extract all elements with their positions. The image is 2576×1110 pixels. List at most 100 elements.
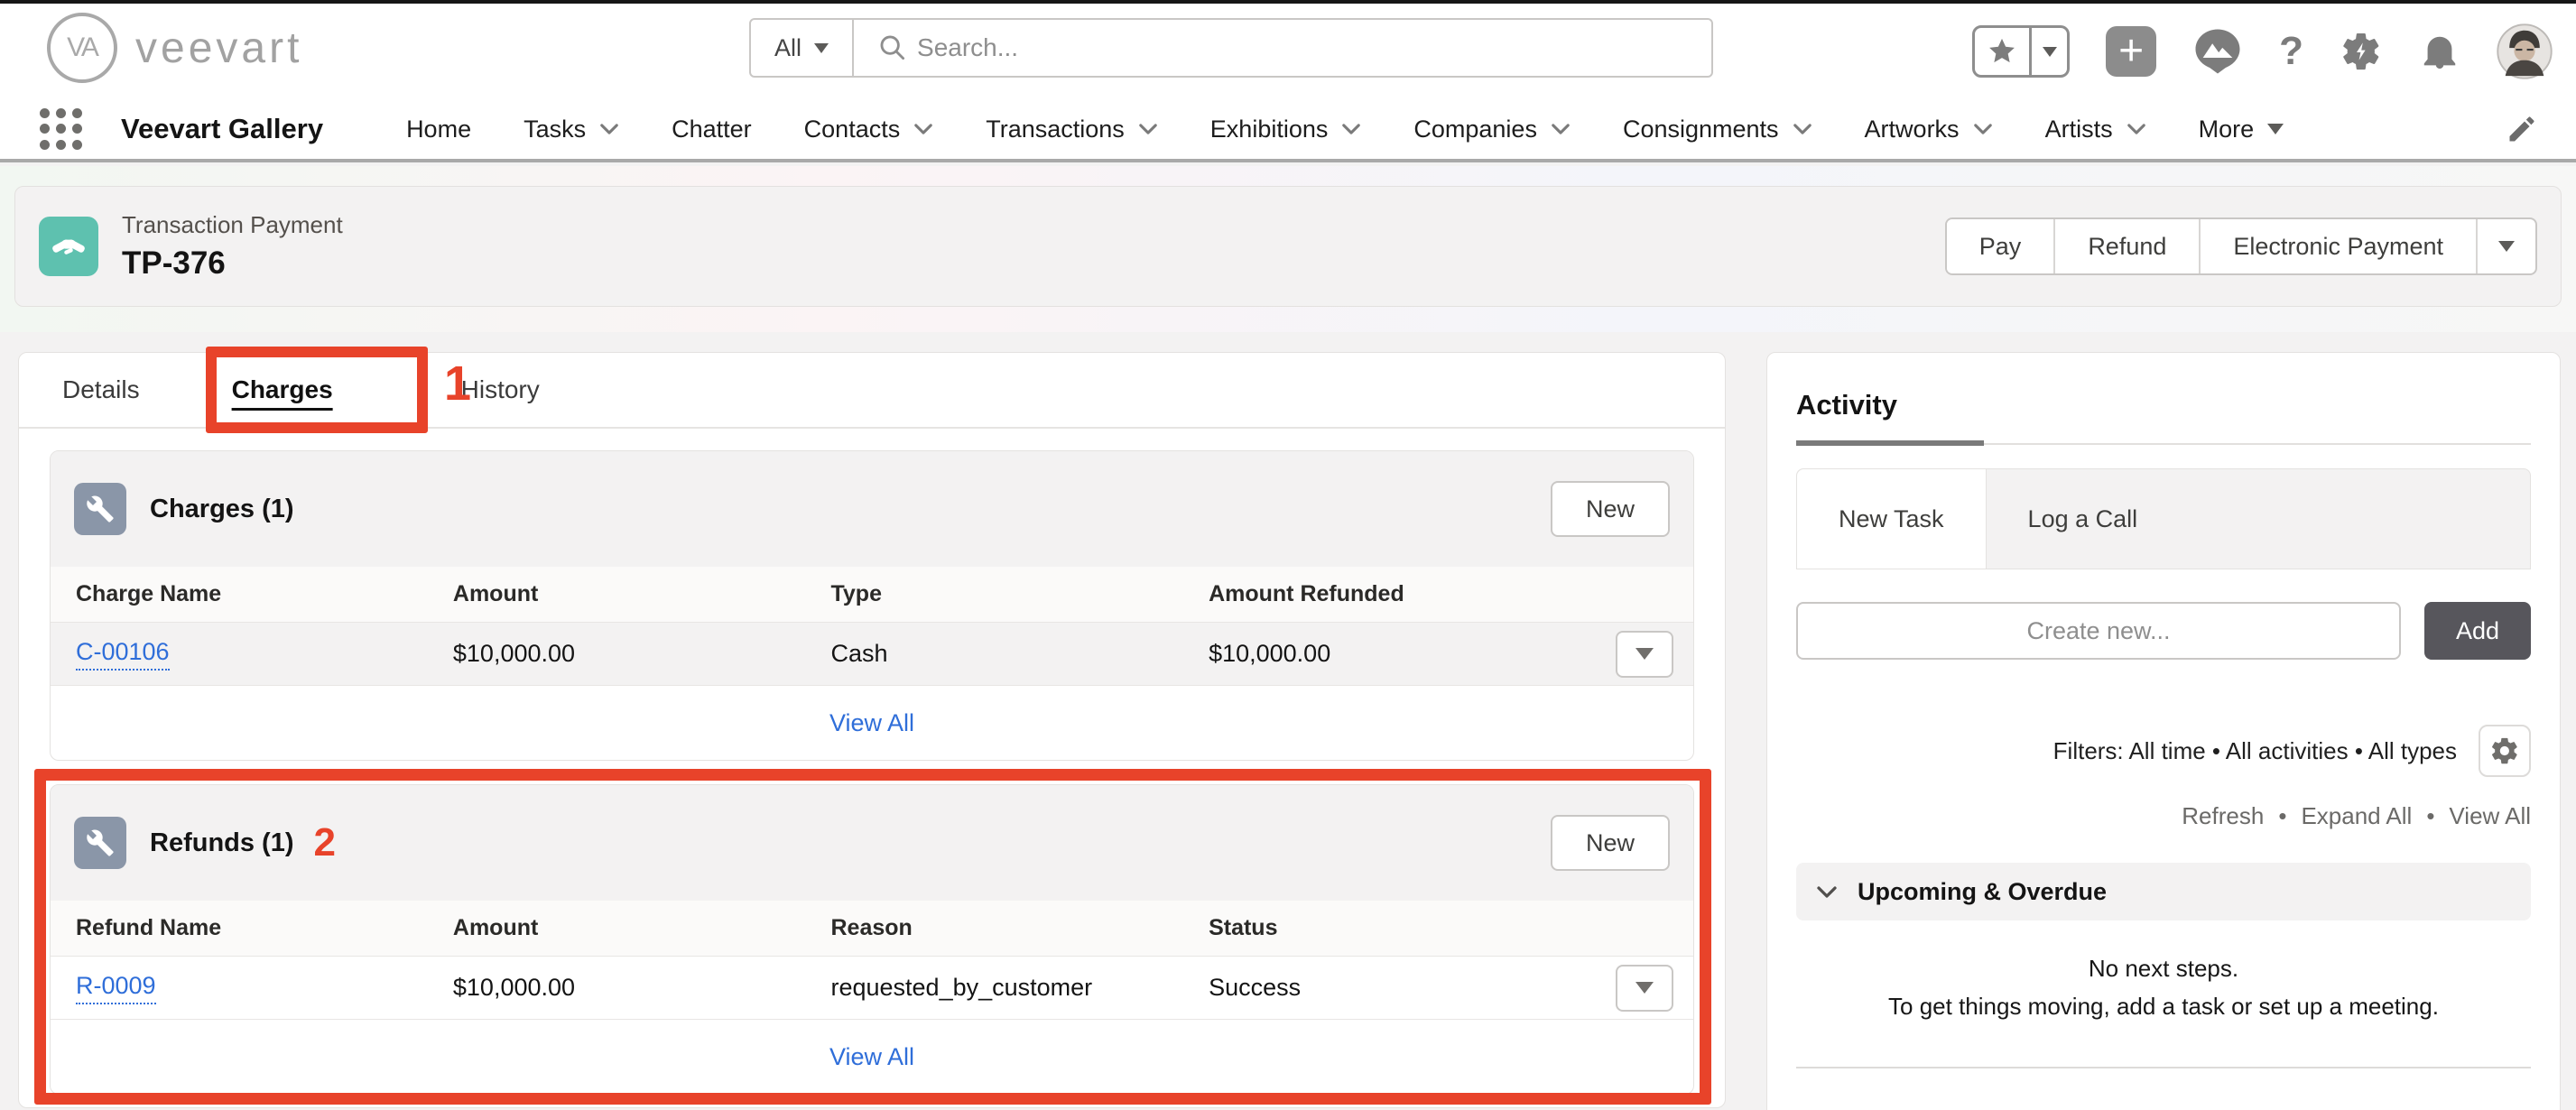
global-add-icon[interactable]: +: [2106, 26, 2156, 77]
charge-row-actions-button[interactable]: [1616, 631, 1673, 678]
caret-down-icon: [1635, 982, 1654, 994]
charge-type: Cash: [830, 640, 1209, 668]
nav-item-tasks[interactable]: Tasks: [524, 116, 619, 143]
global-header: VA veevart All +: [0, 4, 2576, 99]
activity-divider: [1796, 1067, 2531, 1068]
pay-button[interactable]: Pay: [1947, 219, 2054, 273]
activity-filters-row: Filters: All time • All activities • All…: [1796, 725, 2531, 777]
refund-reason: requested_by_customer: [830, 974, 1209, 1002]
search-scope-dropdown[interactable]: All: [751, 20, 852, 76]
chevron-down-icon: [2127, 123, 2146, 135]
charge-amount: $10,000.00: [453, 640, 831, 668]
refunds-table-row: R-0009 $10,000.00 requested_by_customer …: [51, 957, 1693, 1020]
record-name: TP-376: [122, 245, 343, 282]
help-icon[interactable]: ?: [2279, 29, 2303, 74]
favorites-caret-icon[interactable]: [2029, 28, 2067, 75]
refunds-view-all-row: View All: [51, 1020, 1693, 1094]
separator-dot: •: [2278, 802, 2286, 830]
search-icon: [877, 32, 908, 63]
record-action-group: Pay Refund Electronic Payment: [1945, 217, 2537, 275]
veevart-monogram-icon: VA: [47, 13, 117, 83]
search-divider: [852, 20, 854, 76]
refunds-new-button[interactable]: New: [1551, 815, 1670, 871]
nav-item-chatter[interactable]: Chatter: [672, 116, 752, 143]
activity-links-row: Refresh • Expand All • View All: [1796, 802, 2531, 830]
app-name: Veevart Gallery: [121, 113, 323, 145]
refund-record-link[interactable]: R-0009: [76, 972, 156, 1004]
user-avatar[interactable]: [2497, 23, 2553, 79]
veevart-logo-text: veevart: [135, 23, 302, 73]
charge-record-link[interactable]: C-00106: [76, 638, 170, 671]
add-task-button[interactable]: Add: [2424, 602, 2531, 660]
notifications-bell-icon[interactable]: [2419, 31, 2460, 72]
chevron-down-icon: [1551, 123, 1571, 135]
tab-log-a-call[interactable]: Log a Call: [1987, 469, 2180, 569]
tab-history[interactable]: History: [461, 375, 540, 404]
nav-item-consignments[interactable]: Consignments: [1623, 116, 1812, 143]
app-nav-bar: Veevart Gallery Home Tasks Chatter Conta…: [0, 99, 2576, 162]
record-detail-card: Details Charges History Charges (1) New …: [18, 352, 1726, 1108]
create-new-input[interactable]: [1796, 602, 2401, 660]
charges-related-list: Charges (1) New Charge Name Amount Type …: [50, 450, 1694, 761]
nav-item-more[interactable]: More: [2199, 116, 2284, 143]
favorites-button-group[interactable]: [1972, 25, 2070, 78]
refunds-view-all-link[interactable]: View All: [829, 1043, 914, 1071]
tab-new-task[interactable]: New Task: [1797, 469, 1987, 569]
charges-new-button[interactable]: New: [1551, 481, 1670, 537]
column-header: Amount: [453, 581, 831, 607]
object-label: Transaction Payment: [122, 211, 343, 239]
chevron-down-icon: [599, 123, 619, 135]
refunds-column-headers: Refund Name Amount Reason Status: [51, 901, 1693, 957]
nav-item-exhibitions[interactable]: Exhibitions: [1210, 116, 1362, 143]
activity-filter-gear-button[interactable]: [2479, 725, 2531, 777]
chevron-down-icon: [1793, 123, 1812, 135]
more-actions-caret-button[interactable]: [2476, 219, 2535, 273]
chevron-down-icon: [1973, 123, 1993, 135]
tab-details[interactable]: Details: [62, 375, 140, 404]
tab-charges[interactable]: Charges: [232, 375, 333, 404]
record-tabs: Details Charges History: [19, 353, 1725, 429]
edit-nav-pencil-icon[interactable]: [2506, 113, 2538, 145]
activity-tab-underline: [1796, 443, 2531, 445]
nav-item-artists[interactable]: Artists: [2045, 116, 2146, 143]
column-header: Reason: [830, 915, 1209, 941]
search-scope-value: All: [774, 34, 802, 62]
expand-all-link[interactable]: Expand All: [2301, 802, 2412, 830]
nav-item-contacts[interactable]: Contacts: [804, 116, 934, 143]
main-content: Details Charges History Charges (1) New …: [0, 332, 2576, 1110]
app-launcher-icon[interactable]: [38, 107, 83, 151]
refund-row-actions-button[interactable]: [1616, 965, 1673, 1012]
charges-table-row: C-00106 $10,000.00 Cash $10,000.00: [51, 623, 1693, 686]
screen: VA veevart All +: [0, 0, 2576, 1110]
nav-item-companies[interactable]: Companies: [1413, 116, 1571, 143]
electronic-payment-button[interactable]: Electronic Payment: [2199, 219, 2476, 273]
activity-panel: Activity New Task Log a Call Add Filters…: [1766, 352, 2561, 1110]
search-input[interactable]: [917, 33, 1711, 62]
nav-item-home[interactable]: Home: [406, 116, 471, 143]
upcoming-overdue-section[interactable]: Upcoming & Overdue: [1796, 863, 2531, 920]
star-icon[interactable]: [1975, 28, 2029, 75]
setup-gear-icon[interactable]: [2340, 30, 2383, 73]
charge-amount-refunded: $10,000.00: [1209, 640, 1595, 668]
activity-title: Activity: [1796, 389, 2531, 421]
trailhead-icon[interactable]: [2192, 26, 2243, 77]
refund-button[interactable]: Refund: [2053, 219, 2199, 273]
refunds-header: Refunds (1) 2 New: [51, 785, 1693, 901]
charges-title: Charges (1): [150, 495, 294, 524]
chevron-down-icon: [913, 123, 933, 135]
activity-view-all-link[interactable]: View All: [2449, 802, 2531, 830]
activity-filters-text: Filters: All time • All activities • All…: [2053, 737, 2457, 765]
annotation-step-2: 2: [314, 820, 336, 865]
nav-item-artworks[interactable]: Artworks: [1865, 116, 1993, 143]
chevron-down-icon: [1816, 885, 1838, 899]
caret-down-icon: [2267, 124, 2284, 134]
global-search[interactable]: All: [749, 18, 1713, 78]
refund-status: Success: [1209, 974, 1595, 1002]
record-header-card: Transaction Payment TP-376 Pay Refund El…: [14, 186, 2562, 307]
caret-down-icon: [1635, 648, 1654, 660]
nav-item-transactions[interactable]: Transactions: [986, 116, 1158, 143]
wrench-icon: [74, 817, 126, 869]
refresh-link[interactable]: Refresh: [2182, 802, 2264, 830]
charges-view-all-link[interactable]: View All: [829, 709, 914, 737]
refunds-title: Refunds (1): [150, 828, 294, 858]
